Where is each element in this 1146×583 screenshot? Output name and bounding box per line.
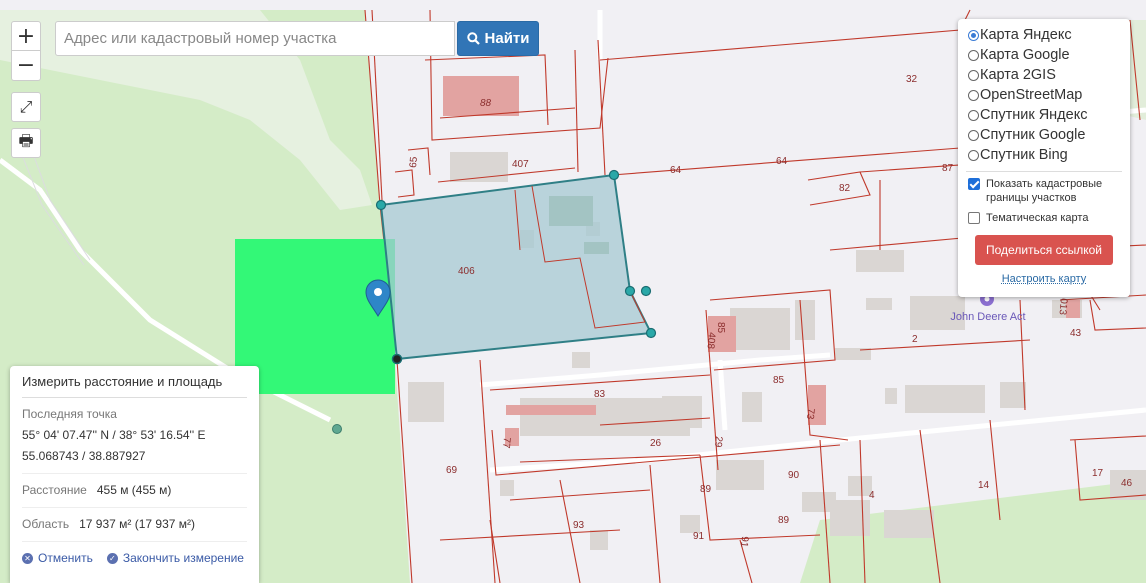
layer-label: Карта 2GIS xyxy=(980,67,1056,83)
radio[interactable] xyxy=(968,89,979,101)
last-point-decimal: 55.068743 / 38.887927 xyxy=(22,449,146,463)
layer-option[interactable]: Спутник Bing xyxy=(966,145,1122,165)
measure-panel: Измерить расстояние и площадь Последняя … xyxy=(10,366,259,583)
share-link-button[interactable]: Поделиться ссылкой xyxy=(975,235,1113,265)
expand-icon: ⤢ xyxy=(19,97,33,116)
layer-label: Спутник Google xyxy=(980,127,1086,143)
show-cadastral-label: Показать кадастровые границы участков xyxy=(986,178,1103,204)
plus-icon: + xyxy=(16,23,36,49)
green-highlight-area xyxy=(235,239,395,394)
parcel-label: 64 xyxy=(670,165,682,176)
divider xyxy=(22,473,247,474)
thematic-label: Тематическая карта xyxy=(986,212,1089,224)
thematic-option[interactable]: Тематическая карта xyxy=(966,211,1122,225)
distance-label: Расстояние xyxy=(22,483,87,497)
last-point-dms: 55° 04' 07.47'' N / 38° 53' 16.54'' E xyxy=(22,428,206,442)
parcel-label: 64 xyxy=(776,156,788,167)
parcel-label: 406 xyxy=(458,266,475,277)
fullscreen-button[interactable]: ⤢ xyxy=(11,92,41,122)
layer-label: OpenStreetMap xyxy=(980,87,1083,103)
parcel-label: 46 xyxy=(1121,478,1133,489)
layer-option[interactable]: Карта Яндекс xyxy=(966,25,1122,45)
printer-icon: 🖶 xyxy=(18,130,34,150)
parcel-label: 85 xyxy=(773,375,785,386)
finish-measure-button[interactable]: ✓ Закончить измерение xyxy=(106,551,244,565)
parcel-label: 17 xyxy=(1092,468,1104,479)
parcel-label: 65 xyxy=(408,156,420,168)
parcel-label: 83 xyxy=(594,389,606,400)
parcel-label: 14 xyxy=(978,480,990,491)
minus-icon: − xyxy=(16,53,36,78)
parcel-label: 88 xyxy=(480,98,492,109)
divider xyxy=(22,507,247,508)
cancel-measure-button[interactable]: ✕ Отменить xyxy=(22,551,93,565)
show-cadastral-checkbox[interactable] xyxy=(968,178,980,190)
parcel-label: 407 xyxy=(512,159,529,170)
radio[interactable] xyxy=(968,149,979,161)
layer-label: Спутник Яндекс xyxy=(980,107,1088,123)
poi-label: John Deere Act xyxy=(950,311,1025,323)
parcel-label: 73 xyxy=(804,408,816,420)
parcel-label: 91 xyxy=(738,536,750,548)
area-label: Область xyxy=(22,517,70,531)
parcel-label: 29 xyxy=(712,436,724,448)
area-value: 17 937 м² (17 937 м²) xyxy=(79,517,196,531)
layer-option[interactable]: Карта Google xyxy=(966,45,1122,65)
parcel-label: 77 xyxy=(500,437,512,449)
parcel-label: 89 xyxy=(778,515,790,526)
parcel-label: 26 xyxy=(650,438,662,449)
check-circle-icon: ✓ xyxy=(106,552,118,564)
layer-option[interactable]: Спутник Google xyxy=(966,125,1122,145)
divider xyxy=(22,541,247,542)
radio[interactable] xyxy=(968,49,979,61)
distance-value: 455 м (455 м) xyxy=(96,483,172,497)
zoom-in-button[interactable]: + xyxy=(11,21,41,51)
parcel-label: 87 xyxy=(942,163,954,174)
radio[interactable] xyxy=(968,109,979,121)
layer-label: Карта Google xyxy=(980,47,1070,63)
layer-option[interactable]: Карта 2GIS xyxy=(966,65,1122,85)
parcel-label: 82 xyxy=(839,183,851,194)
parcel-label: 32 xyxy=(906,74,918,85)
parcel-label: 2 xyxy=(912,334,918,345)
print-button[interactable]: 🖶 xyxy=(11,128,41,158)
search-icon xyxy=(466,32,480,45)
parcel-label: 91 xyxy=(693,531,705,542)
divider xyxy=(966,171,1122,172)
finish-label: Закончить измерение xyxy=(122,551,244,565)
search-input[interactable] xyxy=(55,21,455,56)
search-button[interactable]: Найти xyxy=(457,21,539,56)
parcel-label: 93 xyxy=(573,520,585,531)
cancel-label: Отменить xyxy=(38,551,93,565)
parcel-label: 89 xyxy=(700,484,712,495)
parcel-label: 408 xyxy=(705,332,717,350)
radio[interactable] xyxy=(968,129,979,141)
show-cadastral-option[interactable]: Показать кадастровые границы участков xyxy=(966,177,1122,205)
search-button-label: Найти xyxy=(484,30,530,47)
measure-title: Измерить расстояние и площадь xyxy=(22,374,247,398)
last-point-label: Последняя точка xyxy=(22,407,117,421)
close-circle-icon: ✕ xyxy=(22,552,33,564)
parcel-label: 69 xyxy=(446,465,458,476)
radio[interactable] xyxy=(968,69,979,81)
layer-option[interactable]: OpenStreetMap xyxy=(966,85,1122,105)
layer-label: Спутник Bing xyxy=(980,147,1068,163)
thematic-checkbox[interactable] xyxy=(968,212,980,224)
point-marker[interactable] xyxy=(332,424,342,434)
configure-map-link[interactable]: Настроить карту xyxy=(966,273,1122,285)
zoom-out-button[interactable]: − xyxy=(11,51,41,81)
radio-selected[interactable] xyxy=(968,29,979,41)
parcel-label: 013 xyxy=(1057,298,1069,316)
layer-option[interactable]: Спутник Яндекс xyxy=(966,105,1122,125)
layer-label: Карта Яндекс xyxy=(980,27,1072,43)
layers-panel: Карта Яндекс Карта Google Карта 2GIS Ope… xyxy=(958,19,1130,297)
parcel-label: 4 xyxy=(869,490,875,501)
parcel-label: 43 xyxy=(1070,328,1082,339)
parcel-label: 90 xyxy=(788,470,800,481)
